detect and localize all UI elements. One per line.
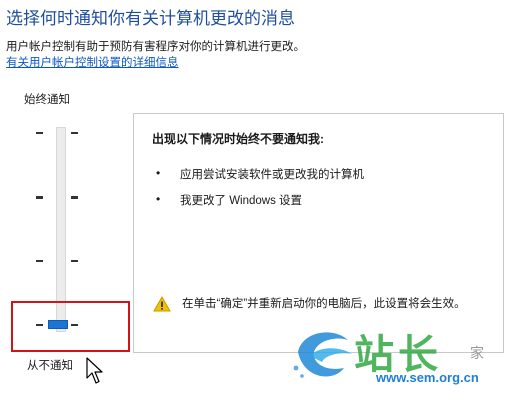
watermark-side-text: 家 [470,345,484,361]
setting-description-panel: 出现以下情况时始终不要通知我: • 应用尝试安装软件或更改我的计算机 • 我更改… [133,113,504,353]
watermark-url: www.sem.org.cn [376,370,479,385]
slider-tick [71,132,78,134]
page-title: 选择何时通知你有关计算机更改的消息 [6,9,295,28]
slider-tick [71,196,78,199]
slider-tick [71,260,78,262]
highlight-box [11,301,130,352]
slider-top-label: 始终通知 [24,94,70,106]
warning-icon [153,296,171,312]
panel-item: 我更改了 Windows 设置 [180,195,303,207]
slider-bottom-label: 从不通知 [27,360,73,372]
panel-item: 应用尝试安装软件或更改我的计算机 [180,169,364,181]
slider-tick [36,132,43,134]
warning-text: 在单击“确定”并重新启动你的电脑后，此设置将会生效。 [182,298,466,310]
page-description: 用户帐户控制有助于预防有害程序对你的计算机进行更改。 [6,41,305,53]
mouse-cursor-icon [86,357,103,384]
bullet-icon: • [156,166,161,180]
bullet-icon: • [156,192,161,206]
uac-details-link[interactable]: 有关用户帐户控制设置的详细信息 [6,54,179,70]
panel-heading: 出现以下情况时始终不要通知我: [152,132,324,146]
slider-tick [36,260,43,262]
slider-tick [36,196,43,199]
